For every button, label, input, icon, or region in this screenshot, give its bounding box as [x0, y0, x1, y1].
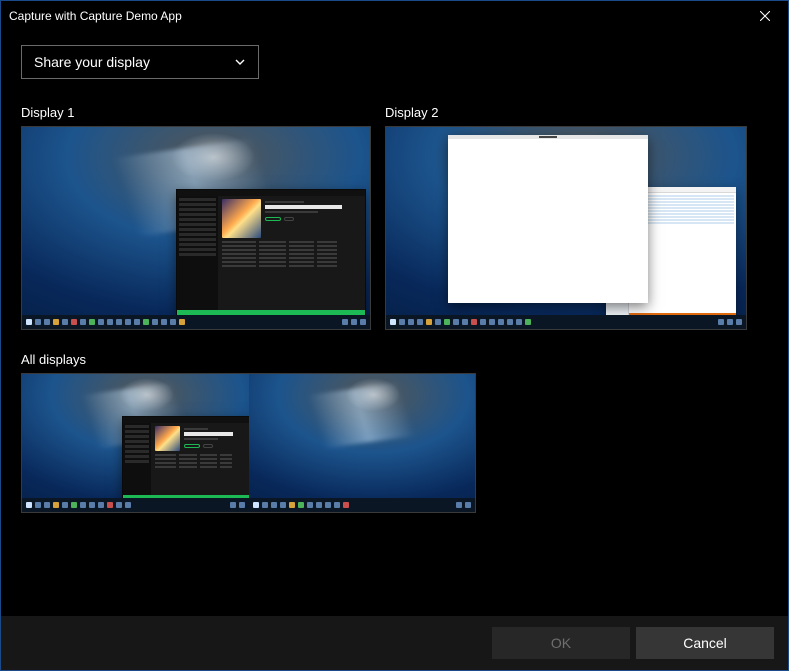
album-art: [222, 199, 261, 238]
playlist-kicker: [265, 201, 303, 203]
display-1-thumbnail[interactable]: [21, 126, 371, 330]
option-display-1: Display 1: [21, 105, 371, 330]
ok-button[interactable]: OK: [492, 627, 630, 659]
share-mode-dropdown[interactable]: Share your display: [21, 45, 259, 79]
cancel-button[interactable]: Cancel: [636, 627, 774, 659]
close-icon: [760, 11, 770, 21]
taskbar: [22, 315, 370, 329]
taskbar: [386, 315, 746, 329]
capture-picker-window: Capture with Capture Demo App Share your…: [0, 0, 789, 671]
display-2-thumbnail[interactable]: [385, 126, 747, 330]
close-button[interactable]: [742, 1, 788, 31]
display-row: Display 1: [21, 105, 768, 330]
playlist-title: [265, 205, 342, 209]
footer: OK Cancel: [1, 616, 788, 670]
music-app-preview: [122, 416, 249, 502]
dropdown-label: Share your display: [34, 54, 150, 70]
titlebar: Capture with Capture Demo App: [1, 1, 788, 31]
chevron-down-icon: [234, 56, 246, 68]
blank-app-preview: [448, 135, 648, 303]
music-app-preview: [176, 189, 366, 317]
option-label: All displays: [21, 352, 768, 367]
content-area: Display 1: [1, 87, 788, 616]
option-label: Display 1: [21, 105, 371, 120]
toolbar: Share your display: [1, 31, 788, 87]
option-label: Display 2: [385, 105, 747, 120]
option-display-2: Display 2: [385, 105, 747, 330]
option-all-displays: All displays: [21, 352, 768, 513]
all-displays-thumbnail[interactable]: [21, 373, 476, 513]
all-displays-row: All displays: [21, 352, 768, 513]
window-title: Capture with Capture Demo App: [9, 9, 742, 23]
